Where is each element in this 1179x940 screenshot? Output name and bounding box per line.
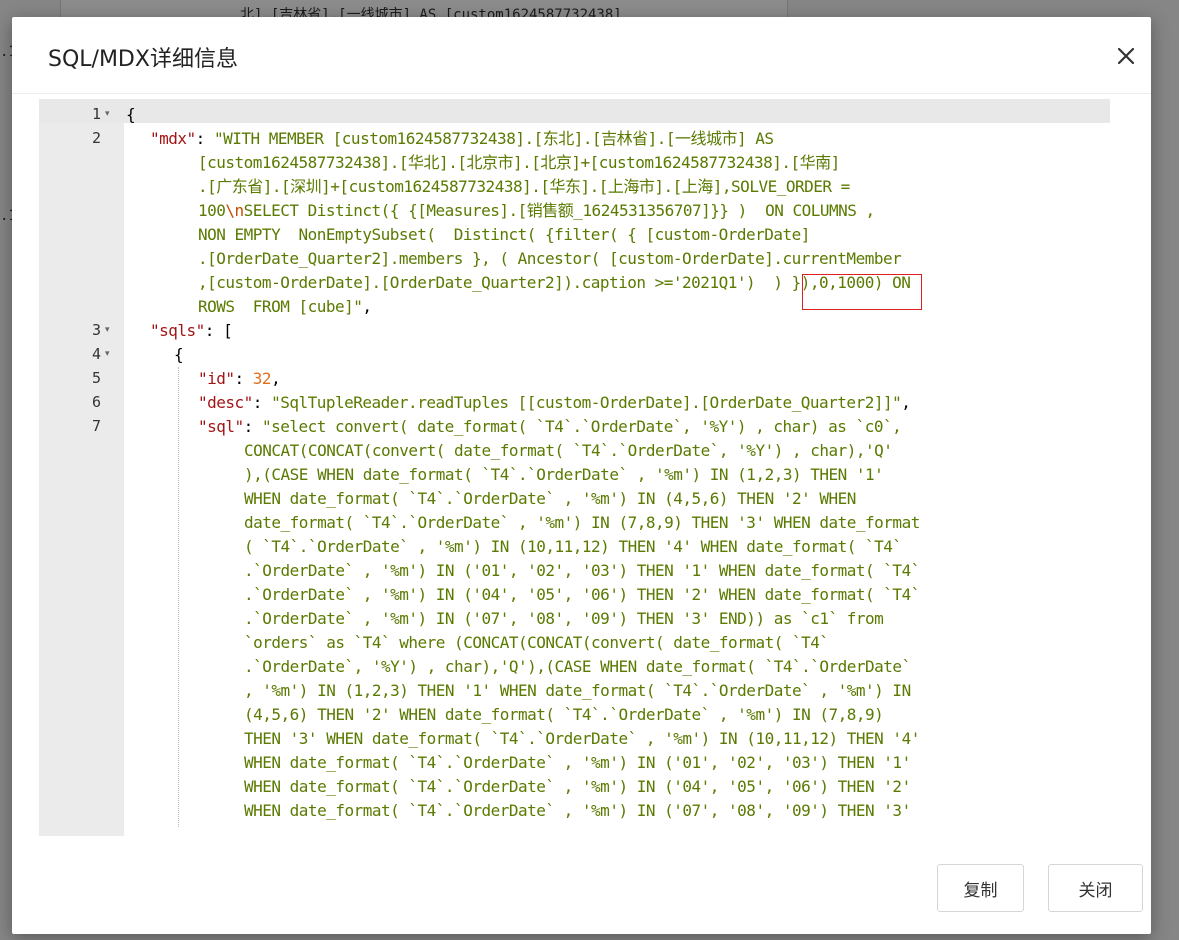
- code-token: "sql": [198, 417, 244, 436]
- code-token: ),(CASE WHEN date_format( `T4`.`OrderDat…: [244, 465, 884, 484]
- code-token: .`OrderDate` , '%m') IN ('01', '02', '03…: [244, 561, 920, 580]
- code-line: (4,5,6) THEN '2' WHEN date_format( `T4`.…: [244, 703, 884, 727]
- code-token: :: [252, 393, 272, 412]
- line-number: 7: [91, 417, 101, 435]
- dialog-header: SQL/MDX详细信息: [12, 17, 1151, 94]
- code-line: .`OrderDate` , '%m') IN ('01', '02', '03…: [244, 559, 920, 583]
- code-token: "select convert( date_format( `T4`.`Orde…: [261, 417, 902, 436]
- code-token: , '%m') IN (1,2,3) THEN '1' WHEN date_fo…: [244, 681, 911, 700]
- indent-guide: [178, 367, 179, 827]
- code-token: WHEN date_format( `T4`.`OrderDate` , '%m…: [244, 801, 911, 820]
- code-token: THEN '3' WHEN date_format( `T4`.`OrderDa…: [244, 729, 920, 748]
- code-token: (4,5,6) THEN '2' WHEN date_format( `T4`.…: [244, 705, 884, 724]
- code-token: :: [234, 369, 253, 388]
- code-line: , '%m') IN (1,2,3) THEN '1' WHEN date_fo…: [244, 679, 911, 703]
- code-token: WHEN date_format( `T4`.`OrderDate` , '%m…: [244, 489, 856, 508]
- line-number-gutter: [39, 99, 124, 836]
- code-token: "sqls": [150, 321, 205, 340]
- code-line: ( `T4`.`OrderDate` , '%m') IN (10,11,12)…: [244, 535, 902, 559]
- code-line: .`OrderDate`, '%Y') , char),'Q'),(CASE W…: [244, 655, 911, 679]
- code-line: [custom1624587732438].[华北].[北京市].[北京]+[c…: [198, 151, 840, 175]
- code-token: SELECT Distinct({ {[Measures].[销售额_16245…: [243, 201, 876, 220]
- code-line: NON EMPTY NonEmptySubset( Distinct( {fil…: [198, 223, 810, 247]
- code-token: .[广东省].[深圳]+[custom1624587732438].[华东].[…: [198, 177, 850, 196]
- code-line: 100\nSELECT Distinct({ {[Measures].[销售额_…: [198, 199, 875, 223]
- fold-toggle-icon[interactable]: ▾: [105, 343, 117, 365]
- code-token: ROWS FROM [cube]": [198, 297, 363, 316]
- code-line: "sqls": [: [150, 319, 233, 343]
- code-token: WHEN date_format( `T4`.`OrderDate` , '%m…: [244, 753, 911, 772]
- code-line: .[广东省].[深圳]+[custom1624587732438].[华东].[…: [198, 175, 850, 199]
- code-token: .`OrderDate` , '%m') IN ('07', '08', '09…: [244, 609, 884, 628]
- code-line: WHEN date_format( `T4`.`OrderDate` , '%m…: [244, 751, 911, 775]
- code-line: {: [174, 343, 184, 367]
- copy-button[interactable]: 复制: [937, 864, 1024, 912]
- code-token: :: [195, 129, 214, 148]
- code-token: [custom1624587732438].[华北].[北京市].[北京]+[c…: [198, 153, 840, 172]
- close-icon[interactable]: [1113, 43, 1139, 69]
- code-token: "WITH MEMBER [custom1624587732438].[东北].…: [213, 129, 774, 148]
- annotation-highlight-box: [802, 274, 922, 310]
- line-number: 4: [91, 345, 101, 363]
- code-token: 32: [252, 369, 272, 388]
- code-editor[interactable]: 1 2 3 4 5 6 7 ▾ ▾ ▾ { "mdx": "WITH MEMBER…: [39, 99, 1110, 836]
- active-line-highlight: [39, 99, 1110, 123]
- code-token: 100: [198, 201, 226, 220]
- code-line: "id": 32,: [198, 367, 281, 391]
- code-token: :: [243, 417, 262, 436]
- code-token: "id": [198, 369, 235, 388]
- code-token: NON EMPTY NonEmptySubset( Distinct( {fil…: [198, 225, 810, 244]
- fold-toggle-icon[interactable]: ▾: [105, 103, 117, 125]
- code-line: .[OrderDate_Quarter2].members }, ( Ances…: [198, 247, 902, 271]
- code-line: THEN '3' WHEN date_format( `T4`.`OrderDa…: [244, 727, 920, 751]
- code-token: ,: [271, 369, 281, 388]
- code-line: WHEN date_format( `T4`.`OrderDate` , '%m…: [244, 775, 911, 799]
- code-line: WHEN date_format( `T4`.`OrderDate` , '%m…: [244, 799, 911, 823]
- code-line: `orders` as `T4` where (CONCAT(CONCAT(co…: [244, 631, 829, 655]
- code-line: {: [126, 103, 136, 127]
- code-token: date_format( `T4`.`OrderDate` , '%m') IN…: [244, 513, 920, 532]
- code-line: WHEN date_format( `T4`.`OrderDate` , '%m…: [244, 487, 856, 511]
- code-token: : [: [204, 321, 233, 340]
- code-token: "mdx": [150, 129, 196, 148]
- editor-scrollbar[interactable]: [1102, 99, 1110, 836]
- code-line: "mdx": "WITH MEMBER [custom1624587732438…: [150, 127, 774, 151]
- code-token: "desc": [198, 393, 253, 412]
- code-line: ),(CASE WHEN date_format( `T4`.`OrderDat…: [244, 463, 884, 487]
- code-line: "desc": "SqlTupleReader.readTuples [[cus…: [198, 391, 911, 415]
- code-line: ROWS FROM [cube]",: [198, 295, 372, 319]
- line-number: 5: [91, 369, 101, 387]
- code-token: CONCAT(CONCAT(convert( date_format( `T4`…: [244, 441, 893, 460]
- line-number: 6: [91, 393, 101, 411]
- code-line: .`OrderDate` , '%m') IN ('04', '05', '06…: [244, 583, 920, 607]
- dialog-title: SQL/MDX详细信息: [48, 47, 238, 72]
- fold-toggle-icon[interactable]: ▾: [105, 319, 117, 341]
- code-line: date_format( `T4`.`OrderDate` , '%m') IN…: [244, 511, 920, 535]
- code-token: ,: [362, 297, 372, 316]
- sql-mdx-detail-dialog: SQL/MDX详细信息 1 2 3 4 5 6 7 ▾ ▾ ▾ {"mdx": …: [12, 17, 1151, 934]
- code-token: .`OrderDate`, '%Y') , char),'Q'),(CASE W…: [244, 657, 911, 676]
- dialog-footer: 复制 关闭: [12, 836, 1151, 934]
- code-line: .`OrderDate` , '%m') IN ('07', '08', '09…: [244, 607, 884, 631]
- code-line: CONCAT(CONCAT(convert( date_format( `T4`…: [244, 439, 893, 463]
- code-token: .`OrderDate` , '%m') IN ('04', '05', '06…: [244, 585, 920, 604]
- code-token: ( `T4`.`OrderDate` , '%m') IN (10,11,12)…: [244, 537, 902, 556]
- code-token: "SqlTupleReader.readTuples [[custom-Orde…: [271, 393, 902, 412]
- line-number: 2: [91, 129, 101, 147]
- line-number: 1: [91, 105, 101, 123]
- code-token: {: [174, 345, 184, 364]
- code-token: ,: [901, 393, 911, 412]
- close-button[interactable]: 关闭: [1048, 864, 1143, 912]
- code-line: "sql": "select convert( date_format( `T4…: [198, 415, 902, 439]
- code-token: \n: [225, 201, 244, 220]
- code-token: WHEN date_format( `T4`.`OrderDate` , '%m…: [244, 777, 911, 796]
- code-token: `orders` as `T4` where (CONCAT(CONCAT(co…: [244, 633, 829, 652]
- code-token: {: [126, 105, 136, 124]
- code-token: .[OrderDate_Quarter2].members }, ( Ances…: [198, 249, 902, 268]
- line-number: 3: [91, 321, 101, 339]
